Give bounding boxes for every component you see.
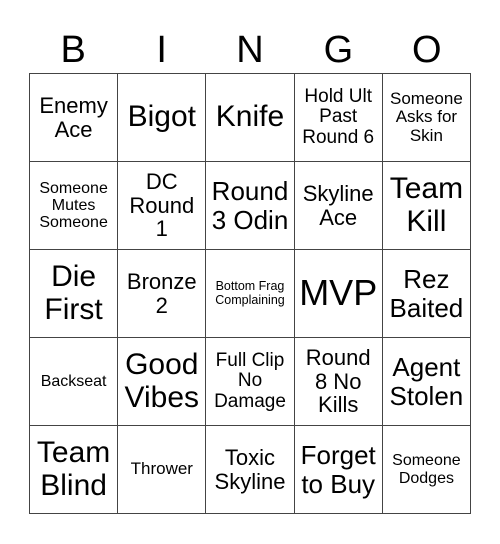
bingo-cell[interactable]: Toxic Skyline bbox=[206, 426, 295, 514]
bingo-cell-text-line: Thrower bbox=[130, 459, 193, 479]
bingo-cell[interactable]: Bottom Frag Complaining bbox=[206, 250, 295, 338]
bingo-cell-text-line: First bbox=[44, 292, 103, 326]
bingo-cell-text-line: Dodges bbox=[398, 469, 454, 487]
bingo-cell-text-line: Round 6 bbox=[302, 126, 375, 148]
bingo-cell-text-line: Enemy bbox=[39, 92, 108, 118]
bingo-cell-text-line: Full Clip bbox=[215, 349, 285, 371]
bingo-grid: Enemy Ace Bigot Knife Hold Ult Past Round 6 Som… bbox=[29, 73, 471, 514]
bingo-cell-text-line: Kills bbox=[318, 392, 359, 418]
header-letter-n: N bbox=[236, 29, 264, 71]
bingo-cell-text-line: Someone bbox=[39, 179, 108, 197]
bingo-cell-text-line: Someone bbox=[390, 88, 463, 108]
bingo-cell-text-line: DC bbox=[145, 168, 178, 194]
bingo-cell-text-line: Mutes bbox=[51, 196, 96, 214]
bingo-cell[interactable]: Team Blind bbox=[30, 426, 119, 514]
bingo-cell-text-line: Baited bbox=[389, 292, 464, 323]
bingo-cell[interactable]: Hold Ult Past Round 6 bbox=[294, 74, 383, 162]
bingo-cell[interactable]: Rez Baited bbox=[382, 250, 471, 338]
bingo-cell-text-line: Forget bbox=[300, 440, 376, 471]
header-letter-g: G bbox=[323, 29, 354, 71]
bingo-cell-text-line: Round bbox=[129, 192, 195, 218]
bingo-cell-text-line: Someone bbox=[39, 214, 108, 232]
header-letter-b: B bbox=[60, 29, 86, 71]
header-letter-i: I bbox=[156, 29, 167, 71]
bingo-cell-text-line: Skyline bbox=[302, 180, 374, 206]
bingo-cell-text-line: 1 bbox=[155, 216, 168, 242]
bingo-cell-text-line: Bronze bbox=[126, 268, 197, 294]
bingo-cell[interactable]: Round 8 No Kills bbox=[294, 338, 383, 426]
bingo-cell-text-line: Die bbox=[51, 260, 97, 294]
bingo-cell-text-line: Agent bbox=[392, 352, 461, 383]
bingo-cell-text-line: 8 No bbox=[314, 368, 362, 394]
bingo-cell-text-line: 2 bbox=[155, 292, 168, 318]
bingo-cell[interactable]: Team Kill bbox=[382, 162, 471, 250]
bingo-cell-text-line: MVP bbox=[299, 272, 378, 314]
bingo-cell[interactable]: Someone Asks for Skin bbox=[382, 74, 471, 162]
bingo-cell-text-line: 3 Odin bbox=[211, 204, 289, 235]
bingo-cell[interactable]: Thrower bbox=[118, 426, 207, 514]
bingo-cell-text-line: Good bbox=[125, 348, 199, 382]
bingo-cell[interactable]: Skyline Ace bbox=[294, 162, 383, 250]
bingo-cell-text-line: Ace bbox=[54, 116, 93, 142]
bingo-cell[interactable]: Backseat bbox=[30, 338, 119, 426]
bingo-cell[interactable]: Knife bbox=[206, 74, 295, 162]
bingo-cell-text-line: Past bbox=[319, 106, 358, 128]
bingo-cell-text-line: Backseat bbox=[40, 372, 107, 390]
bingo-cell[interactable]: Agent Stolen bbox=[382, 338, 471, 426]
bingo-cell-text-line: Blind bbox=[40, 468, 107, 502]
bingo-cell-text-line: Stolen bbox=[389, 380, 464, 411]
bingo-cell[interactable]: Someone Dodges bbox=[382, 426, 471, 514]
bingo-cell-text-line: Knife bbox=[215, 100, 285, 134]
bingo-cell-text-line: No bbox=[237, 370, 263, 392]
bingo-cell-text-line: Kill bbox=[406, 204, 447, 238]
bingo-cell-text-line: Round bbox=[211, 176, 289, 207]
bingo-cell-text-line: Bottom Frag bbox=[215, 279, 285, 293]
bingo-cell-text-line: Someone bbox=[392, 452, 461, 470]
bingo-cell[interactable]: Bronze 2 bbox=[118, 250, 207, 338]
bingo-cell[interactable]: Good Vibes bbox=[118, 338, 207, 426]
bingo-cell[interactable]: DC Round 1 bbox=[118, 162, 207, 250]
bingo-cell-text-line: Complaining bbox=[215, 292, 285, 307]
bingo-cell-text-line: Bigot bbox=[127, 100, 196, 134]
bingo-cell-text-line: Team bbox=[36, 436, 111, 470]
bingo-cell-text-line: Hold Ult bbox=[304, 85, 372, 107]
bingo-cell[interactable]: Full Clip No Damage bbox=[206, 338, 295, 426]
bingo-cell-text-line: Skin bbox=[409, 125, 443, 145]
bingo-cell[interactable]: Die First bbox=[30, 250, 119, 338]
bingo-cell-text-line: Rez bbox=[403, 264, 450, 295]
bingo-cell-text-line: Round bbox=[305, 344, 371, 370]
bingo-cell-text-line: Team bbox=[389, 172, 464, 206]
bingo-cell-text-line: Skyline bbox=[214, 468, 286, 494]
bingo-cell-text-line: Damage bbox=[214, 390, 286, 412]
bingo-cell[interactable]: MVP bbox=[294, 250, 383, 338]
bingo-cell[interactable]: Enemy Ace bbox=[30, 74, 119, 162]
bingo-header: B I N G O bbox=[29, 26, 471, 74]
bingo-cell-text-line: to Buy bbox=[301, 468, 376, 499]
bingo-cell-text-line: Ace bbox=[319, 204, 358, 230]
header-letter-o: O bbox=[412, 29, 442, 71]
bingo-cell-text-line: Toxic bbox=[224, 444, 276, 470]
bingo-cell[interactable]: Bigot bbox=[118, 74, 207, 162]
bingo-cell-text-line: Vibes bbox=[124, 380, 200, 414]
bingo-cell[interactable]: Forget to Buy bbox=[294, 426, 383, 514]
bingo-cell[interactable]: Someone Mutes Someone bbox=[30, 162, 119, 250]
bingo-cell-text-line: Asks for bbox=[395, 107, 458, 127]
bingo-cell[interactable]: Round 3 Odin bbox=[206, 162, 295, 250]
